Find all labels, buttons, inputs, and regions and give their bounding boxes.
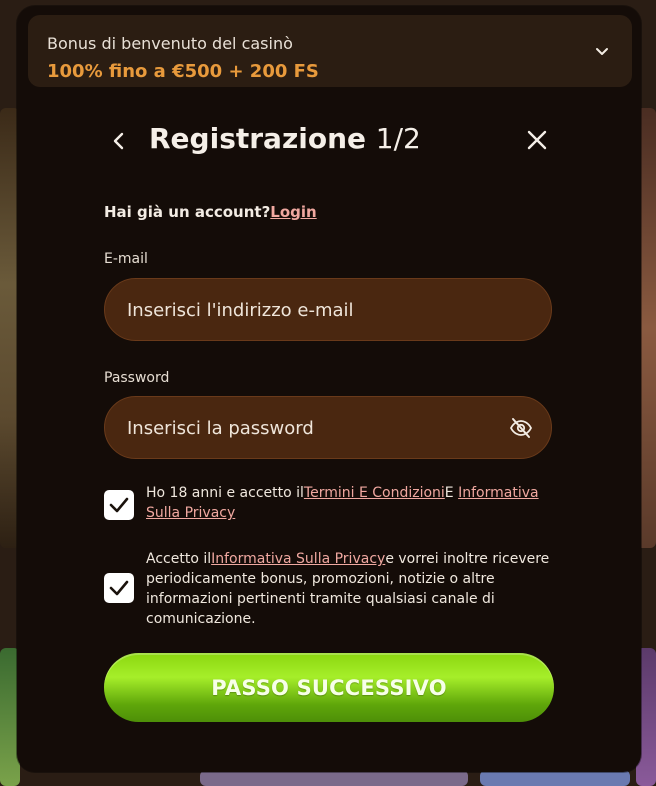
marketing-text-before: Accetto il: [146, 551, 212, 567]
marketing-privacy-link[interactable]: Informativa Sulla Privacy: [211, 551, 385, 567]
login-prompt-text: Hai già un account?: [104, 203, 271, 221]
terms-link[interactable]: Termini E Condizioni: [304, 485, 445, 501]
terms-consent-text: Ho 18 anni e accetto ilTermini E Condizi…: [146, 483, 556, 523]
checkmark-icon: [109, 497, 129, 513]
login-link[interactable]: Login: [270, 203, 316, 221]
terms-text-before: Ho 18 anni e accetto il: [146, 485, 304, 501]
chevron-down-icon[interactable]: [594, 43, 610, 59]
email-field[interactable]: [125, 279, 509, 342]
chevron-left-icon[interactable]: [108, 130, 130, 152]
terms-checkbox[interactable]: [104, 490, 134, 520]
page-title: Registrazione 1/2: [149, 122, 421, 155]
marketing-consent-row: Accetto ilInformativa Sulla Privacye vor…: [104, 549, 554, 631]
terms-consent-row: Ho 18 anni e accetto ilTermini E Condizi…: [104, 483, 554, 527]
registration-modal: Bonus di benvenuto del casinò 100% fino …: [17, 6, 641, 772]
title-text: Registrazione: [149, 122, 366, 155]
password-label: Password: [104, 370, 170, 386]
checkmark-icon: [109, 580, 129, 596]
password-field[interactable]: [125, 397, 509, 460]
welcome-bonus-banner[interactable]: Bonus di benvenuto del casinò 100% fino …: [28, 15, 632, 87]
close-icon[interactable]: [525, 128, 549, 152]
password-field-wrapper: [104, 396, 552, 460]
background-game-tile: [200, 770, 468, 786]
background-game-tile: [480, 770, 630, 786]
bonus-title: Bonus di benvenuto del casinò: [47, 34, 293, 53]
marketing-checkbox[interactable]: [104, 573, 134, 603]
marketing-consent-text: Accetto ilInformativa Sulla Privacye vor…: [146, 549, 556, 629]
login-prompt: Hai già un account?Login: [104, 203, 317, 221]
step-indicator: 1/2: [375, 122, 421, 155]
bonus-offer: 100% fino a €500 + 200 FS: [47, 61, 319, 82]
email-label: E-mail: [104, 251, 148, 267]
next-step-button[interactable]: PASSO SUCCESSIVO: [104, 653, 554, 722]
eye-off-icon[interactable]: [509, 417, 533, 439]
email-field-wrapper: [104, 278, 552, 342]
terms-text-between: E: [444, 485, 454, 501]
